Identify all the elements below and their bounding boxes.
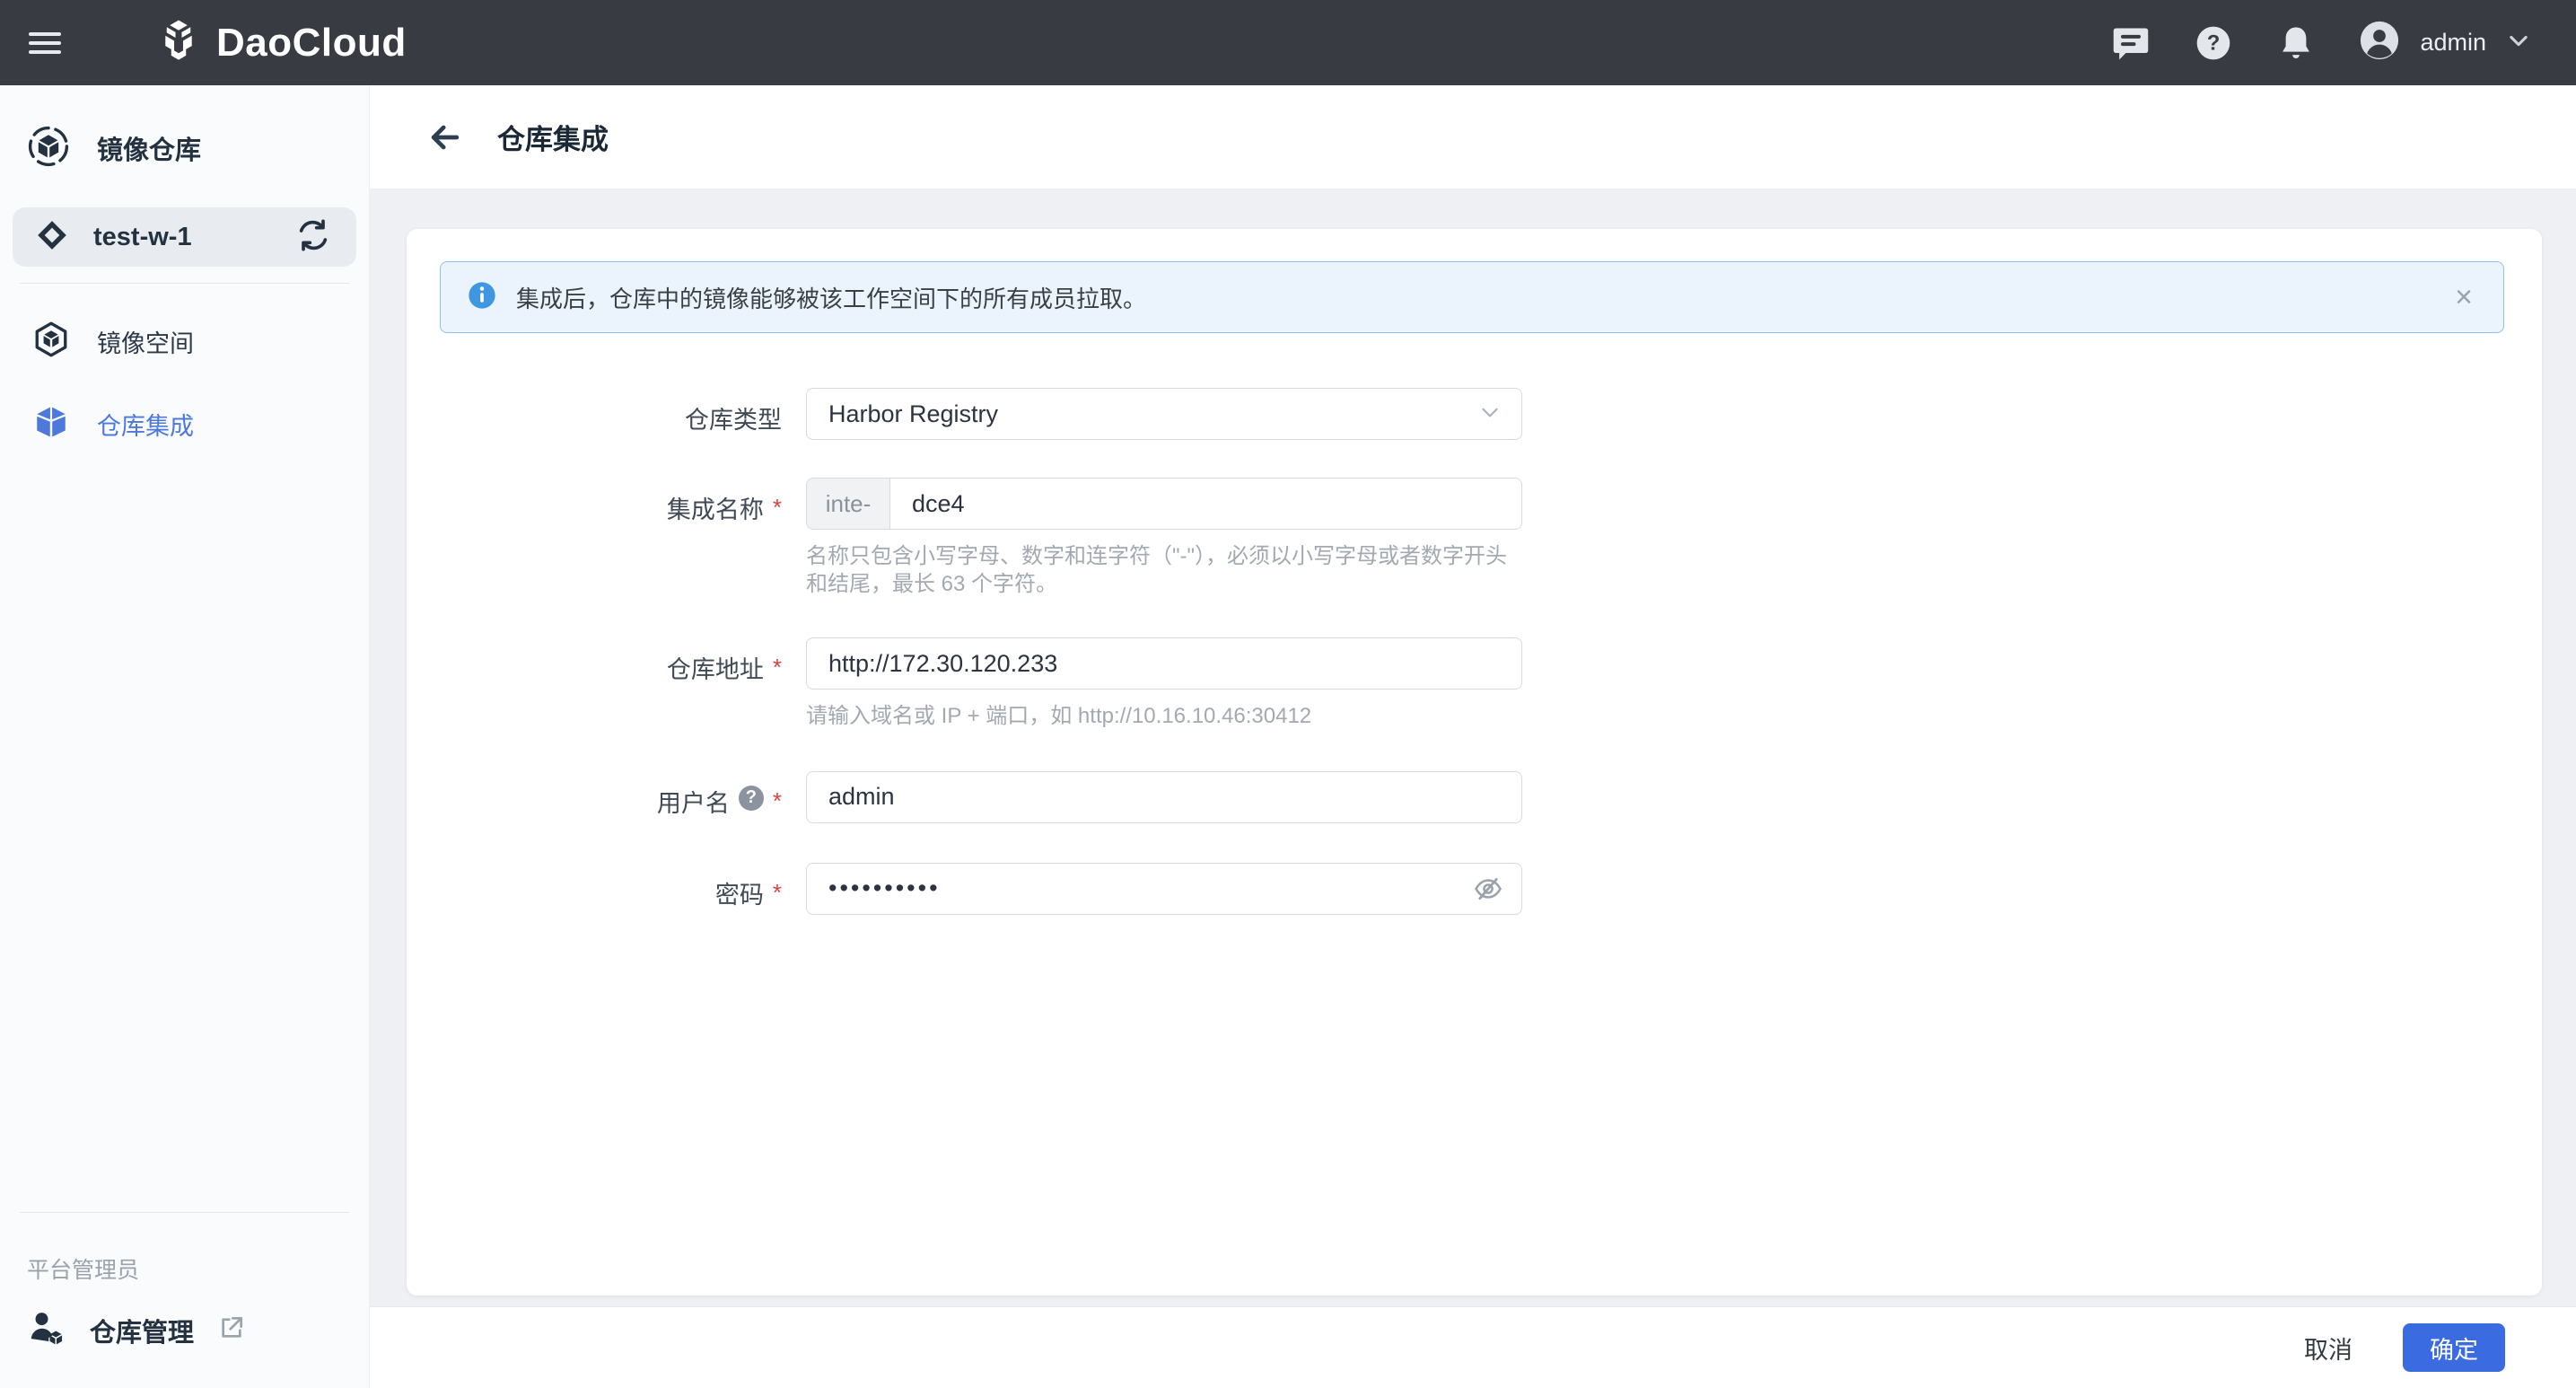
username-help-icon[interactable]: ? (738, 785, 764, 811)
required-asterisk: * (772, 878, 782, 906)
info-icon (468, 281, 496, 314)
role-label: 平台管理员 (27, 1258, 140, 1283)
repo-address-helper: 请输入域名或 IP + 端口，如 http://10.16.10.46:3041… (806, 704, 1312, 729)
hamburger-menu-icon[interactable] (29, 31, 61, 54)
back-arrow-icon[interactable] (425, 118, 465, 157)
password-control (806, 862, 1522, 915)
repo-type-label: 仓库类型 (685, 407, 782, 434)
sidebar-divider (20, 283, 349, 284)
integration-name-prefix: inte- (807, 479, 890, 529)
svg-text:?: ? (2207, 31, 2221, 55)
repo-address-input[interactable] (807, 638, 1521, 690)
sidebar: 镜像仓库 test-w-1 镜像空间 仓库集成 平台管理员 仓库管理 (0, 85, 370, 1388)
select-chevron-down-icon (1478, 400, 1502, 428)
username-label: 用户名 (656, 789, 730, 817)
repo-type-value: Harbor Registry (828, 400, 999, 427)
sidebar-divider (20, 1212, 349, 1213)
registry-integration-icon (32, 403, 70, 445)
repo-type-select[interactable]: Harbor Registry (806, 388, 1522, 440)
sidebar-item-registry-management[interactable]: 仓库管理 (0, 1303, 369, 1388)
integration-name-label-wrap: 集成名称 * (440, 478, 782, 598)
app-root: DaoCloud ? admin 镜像仓库 test-w-1 镜像空间 仓库集成… (0, 0, 2576, 1388)
sidebar-item-label: 仓库集成 (97, 412, 194, 440)
password-label-wrap: 密码 * (440, 863, 782, 915)
external-link-icon (217, 1313, 246, 1347)
integration-name-input[interactable] (890, 479, 1521, 529)
content-area: 集成后，仓库中的镜像能够被该工作空间下的所有成员拉取。 × 仓库类型 Harbo… (370, 189, 2576, 1306)
banner-message: 集成后，仓库中的镜像能够被该工作空间下的所有成员拉取。 (516, 285, 1147, 312)
page-title: 仓库集成 (497, 124, 609, 155)
repo-address-label: 仓库地址 (666, 656, 764, 684)
username-control (806, 770, 1522, 823)
sidebar-module-header: 镜像仓库 (0, 121, 369, 175)
top-nav: DaoCloud ? admin (0, 0, 2576, 85)
form-card: 集成后，仓库中的镜像能够被该工作空间下的所有成员拉取。 × 仓库类型 Harbo… (407, 229, 2542, 1296)
repo-address-control (806, 637, 1522, 690)
username-row: 用户名 ? * (440, 770, 2504, 823)
help-icon[interactable]: ? (2194, 23, 2233, 63)
integration-form: 仓库类型 Harbor Registry 集成名称 * inte- dce4 名… (440, 388, 2504, 915)
sidebar-item-image-space[interactable]: 镜像空间 (0, 300, 369, 382)
repo-address-row: 仓库地址 * 请输入域名或 IP + 端口，如 http://10.16.10.… (440, 637, 2504, 730)
workspace-selector[interactable]: test-w-1 (13, 207, 356, 267)
password-input[interactable] (807, 863, 1473, 914)
image-space-icon (32, 321, 70, 363)
workspace-icon (34, 217, 70, 258)
repo-type-label-wrap: 仓库类型 (440, 388, 782, 440)
sidebar-item-label: 镜像空间 (97, 329, 194, 357)
cancel-button[interactable]: 取消 (2304, 1331, 2353, 1366)
sidebar-item-label: 仓库管理 (90, 1318, 195, 1348)
repo-address-label-wrap: 仓库地址 * (440, 637, 782, 730)
username-input[interactable] (807, 771, 1521, 822)
integration-name-label: 集成名称 (666, 496, 764, 523)
password-row: 密码 * (440, 862, 2504, 915)
user-chevron-down-icon (2506, 28, 2531, 57)
daocloud-cube-icon (155, 17, 202, 68)
eye-off-icon[interactable] (1473, 874, 1503, 904)
switch-workspace-icon[interactable] (295, 217, 331, 258)
user-menu[interactable]: admin (2359, 20, 2531, 66)
brand-name: DaoCloud (216, 20, 407, 65)
username-label-wrap: 用户名 ? * (440, 771, 782, 823)
required-asterisk: * (772, 654, 782, 681)
username-label: admin (2420, 29, 2486, 56)
confirm-button[interactable]: 确定 (2403, 1323, 2505, 1372)
integration-name-row: 集成名称 * inte- 名称只包含小写字母、数字和连字符（"-"），必须以小写… (440, 478, 2504, 598)
avatar (2359, 20, 2400, 66)
brand-logo: DaoCloud (155, 17, 407, 68)
required-asterisk: * (772, 494, 782, 521)
image-registry-icon (27, 125, 70, 172)
integration-name-control: inte- (806, 478, 1522, 530)
banner-close-icon[interactable]: × (2451, 282, 2476, 312)
messages-icon[interactable] (2111, 23, 2151, 63)
integration-name-helper: 名称只包含小写字母、数字和连字符（"-"），必须以小写字母或者数字开头和结尾，最… (806, 544, 1508, 597)
repo-type-row: 仓库类型 Harbor Registry (440, 388, 2504, 440)
main-area: 仓库集成 集成后，仓库中的镜像能够被该工作空间下的所有成员拉取。 × 仓库类型 … (370, 85, 2576, 1388)
sidebar-item-registry-integration[interactable]: 仓库集成 (0, 382, 369, 465)
info-banner: 集成后，仓库中的镜像能够被该工作空间下的所有成员拉取。 × (440, 261, 2504, 333)
form-footer: 取消 确定 (370, 1306, 2576, 1388)
required-asterisk: * (772, 786, 782, 814)
page-header: 仓库集成 (370, 85, 2576, 189)
sidebar-module-title: 镜像仓库 (97, 136, 202, 165)
notifications-bell-icon[interactable] (2276, 23, 2316, 63)
workspace-name: test-w-1 (93, 222, 192, 251)
password-label: 密码 (714, 881, 764, 909)
admin-registry-icon (27, 1308, 66, 1352)
